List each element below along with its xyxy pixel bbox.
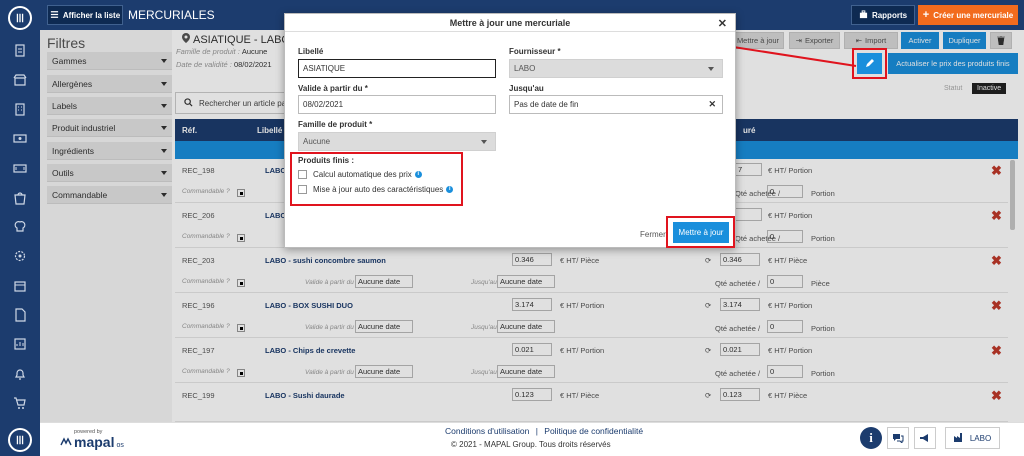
- chat-icon[interactable]: [887, 427, 909, 449]
- briefcase-icon: [859, 9, 868, 21]
- caret-down-icon: [708, 66, 714, 71]
- create-mercuriale-button[interactable]: + Créer une mercuriale: [918, 5, 1018, 25]
- announcement-icon[interactable]: [914, 427, 936, 449]
- supplier-label: Fournisseur *: [509, 47, 561, 56]
- cart-icon[interactable]: [12, 395, 28, 411]
- until-input[interactable]: Pas de date de fin ✕: [509, 95, 723, 114]
- mapal-logo: mapal os: [60, 434, 124, 450]
- factory-icon: [953, 432, 965, 444]
- bag-icon[interactable]: [12, 190, 28, 206]
- reports-button[interactable]: Rapports: [851, 5, 915, 25]
- bell-icon[interactable]: [12, 366, 28, 382]
- app-logo-icon[interactable]: [8, 6, 32, 30]
- dialog-title: Mettre à jour une mercuriale: [285, 14, 735, 32]
- info-icon[interactable]: i: [860, 427, 882, 449]
- box-icon[interactable]: [12, 278, 28, 294]
- highlight-edit-box: [852, 48, 887, 79]
- caret-down-icon: [481, 139, 487, 144]
- footer: powered by mapal os Conditions d'utilisa…: [40, 422, 1024, 456]
- plus-icon: +: [922, 9, 930, 21]
- valid-from-input[interactable]: 08/02/2021: [298, 95, 496, 114]
- show-list-button[interactable]: Afficher la liste: [47, 5, 123, 25]
- money-icon[interactable]: [12, 160, 28, 176]
- left-navigation-rail: [0, 0, 40, 456]
- update-mercuriale-dialog: Mettre à jour une mercuriale ✕ Libellé A…: [284, 13, 736, 248]
- clipboard-icon[interactable]: [12, 42, 28, 58]
- page-title: MERCURIALES: [128, 8, 215, 22]
- gear-icon[interactable]: [12, 248, 28, 264]
- privacy-link[interactable]: Politique de confidentialité: [544, 426, 643, 436]
- close-icon[interactable]: ✕: [718, 17, 727, 30]
- terms-link[interactable]: Conditions d'utilisation: [445, 426, 529, 436]
- store-icon[interactable]: [12, 72, 28, 88]
- copyright: © 2021 - MAPAL Group. Tous droits réserv…: [451, 440, 611, 449]
- family-select[interactable]: Aucune: [298, 132, 496, 151]
- chef-hat-icon[interactable]: [12, 218, 28, 234]
- mapal-mark-icon: [60, 437, 72, 449]
- supplier-select[interactable]: LABO: [509, 59, 723, 78]
- highlight-save-button: [666, 216, 735, 248]
- store-selector[interactable]: LABO: [945, 427, 1000, 449]
- close-button[interactable]: Fermer: [640, 230, 666, 239]
- report-icon[interactable]: [12, 336, 28, 352]
- app-logo-bottom-icon[interactable]: [8, 428, 32, 452]
- label-input[interactable]: ASIATIQUE: [298, 59, 496, 78]
- family-label: Famille de produit *: [298, 120, 373, 129]
- valid-from-label: Valide à partir du *: [298, 84, 368, 93]
- cash-icon[interactable]: [12, 130, 28, 146]
- highlight-finished-products: [290, 152, 463, 206]
- list-icon: [50, 10, 59, 21]
- until-label: Jusqu'au: [509, 84, 544, 93]
- footer-links: Conditions d'utilisation | Politique de …: [445, 426, 644, 436]
- clear-icon[interactable]: ✕: [708, 99, 716, 110]
- label-field-label: Libellé: [298, 47, 324, 56]
- building-icon[interactable]: [12, 101, 28, 117]
- document-icon[interactable]: [12, 307, 28, 323]
